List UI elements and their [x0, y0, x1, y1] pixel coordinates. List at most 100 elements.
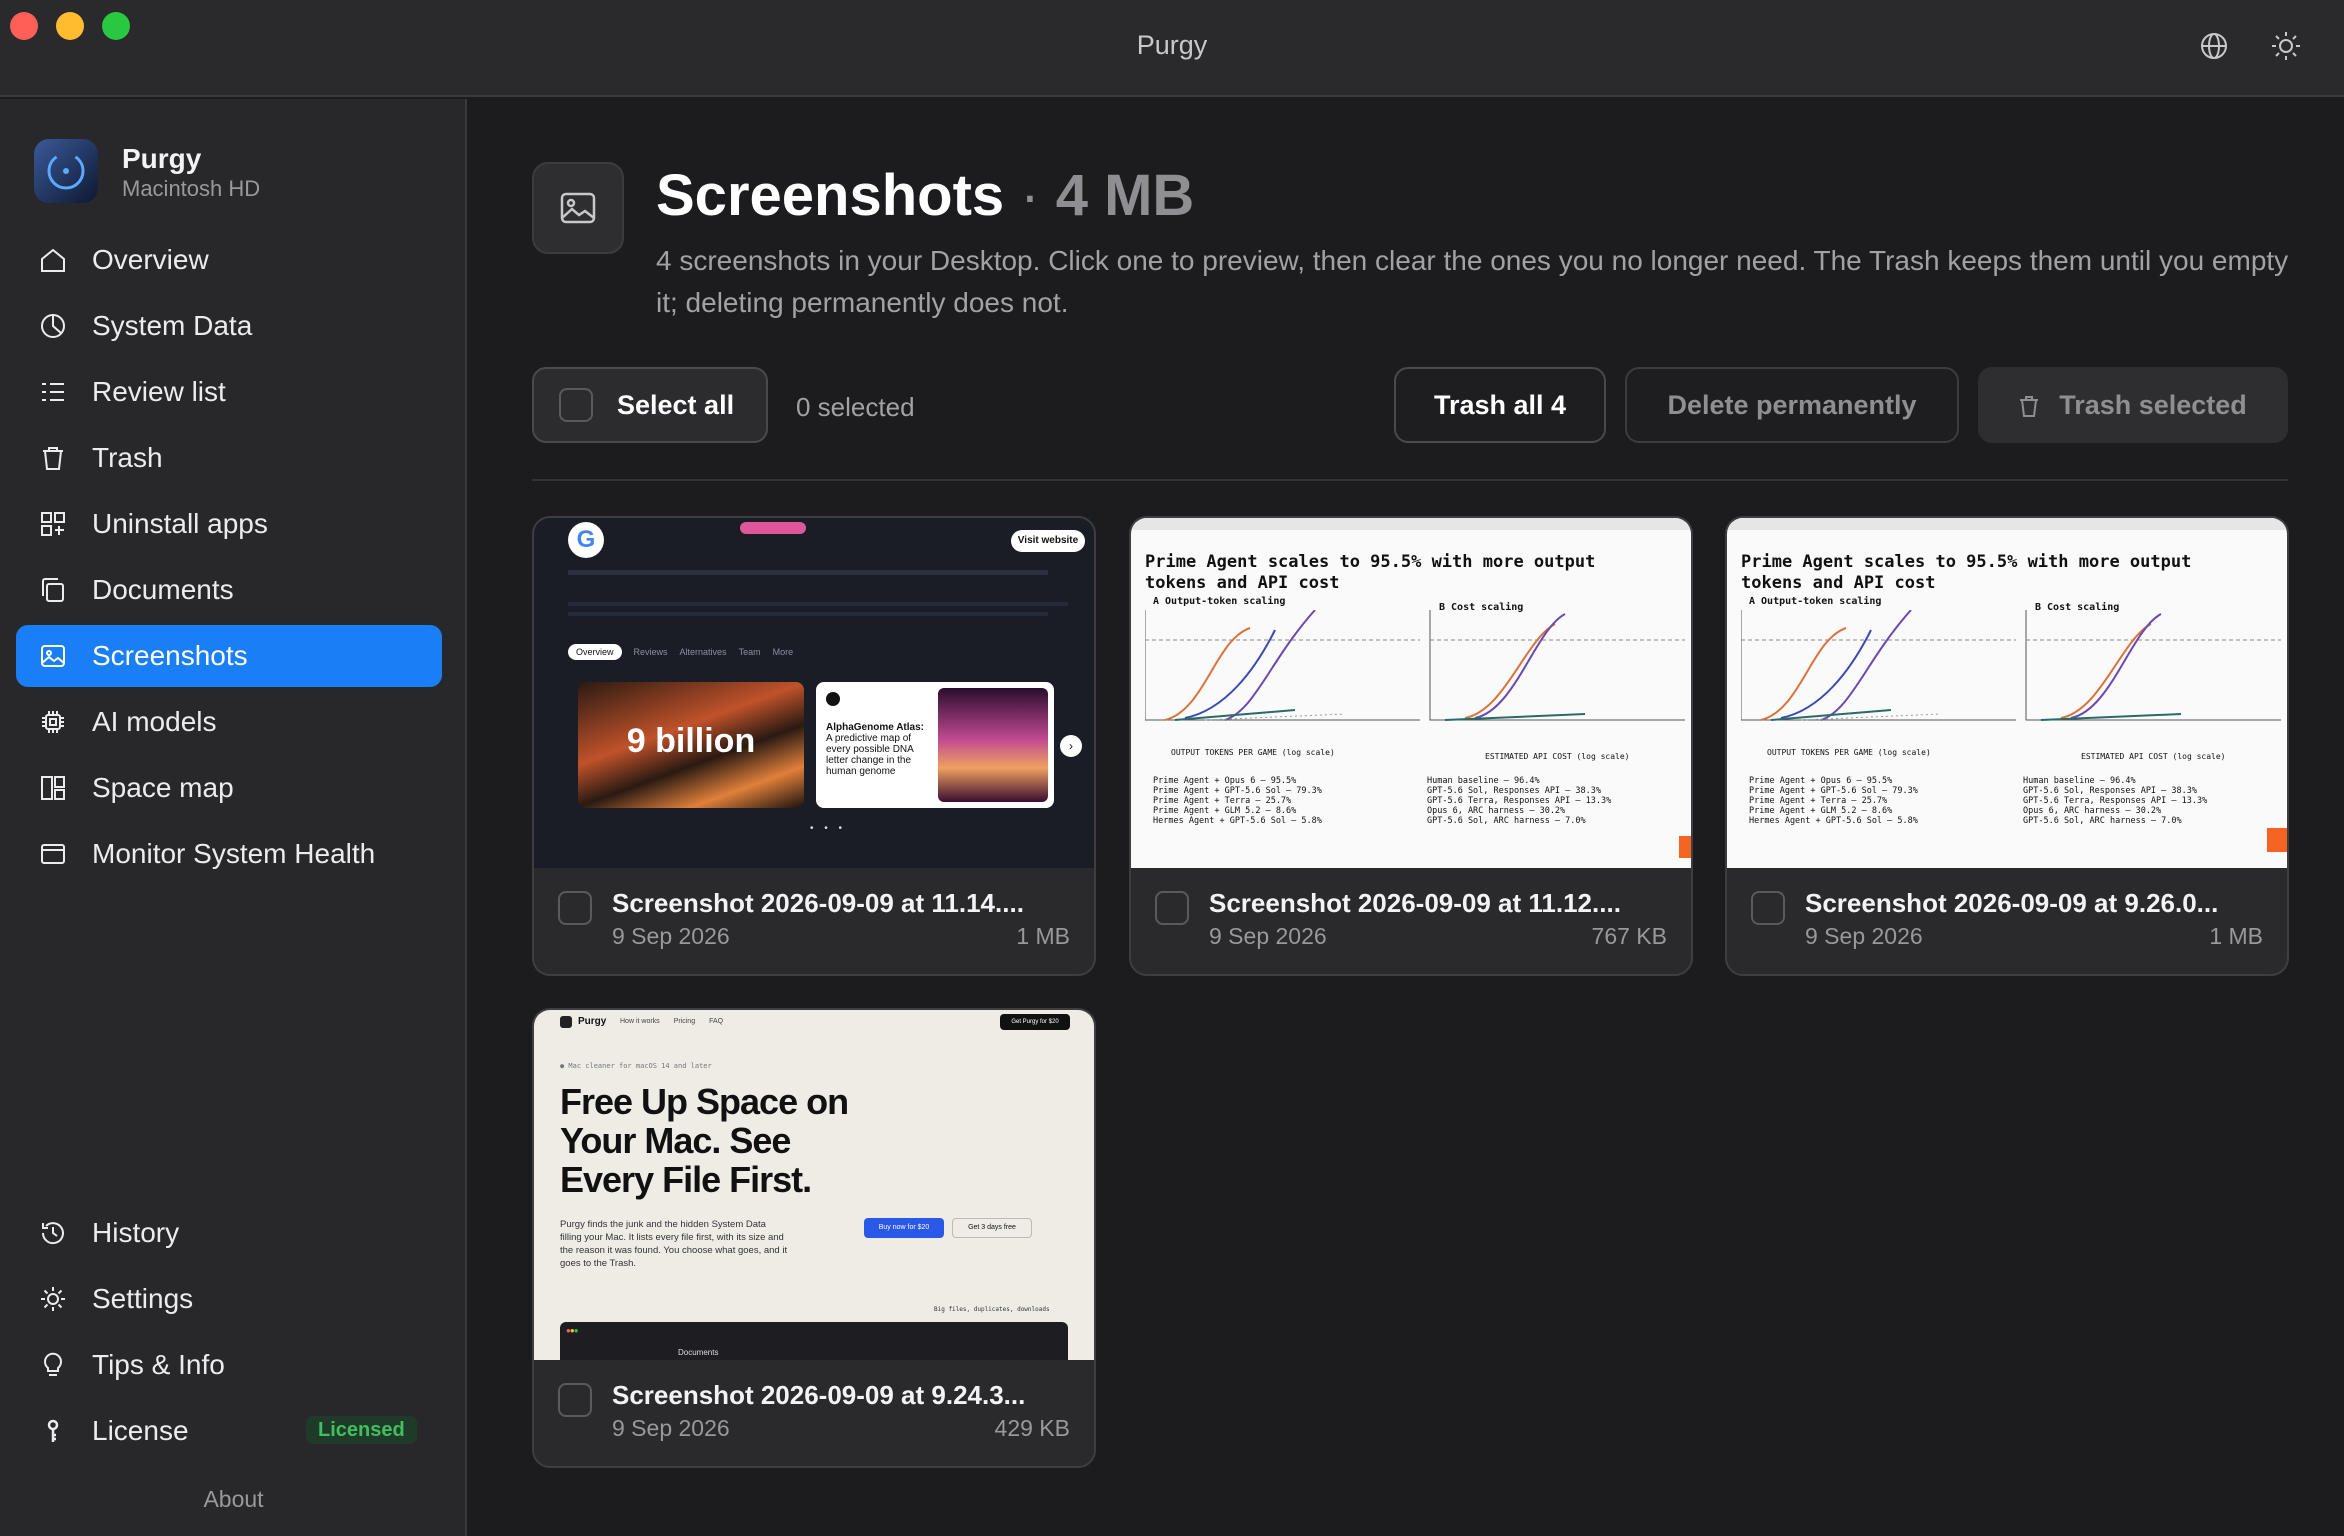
sidebar: Purgy Macintosh HD Overview System Data … [0, 99, 467, 1536]
select-all-button[interactable]: Select all [532, 367, 768, 443]
sidebar-item-screenshots[interactable]: Screenshots [16, 625, 442, 687]
thumb-chart-title: Prime Agent scales to 95.5% with more ou… [1145, 552, 1596, 593]
thumb-refs: Human baseline – 96.4% GPT-5.6 Sol, Resp… [2023, 776, 2207, 826]
thumb-nav-item: FAQ [709, 1018, 724, 1025]
delete-permanently-button[interactable]: Delete permanently [1625, 367, 1959, 443]
sidebar-item-label: Review list [92, 376, 226, 407]
thumb-xlabel-a: OUTPUT TOKENS PER GAME (log scale) [1767, 748, 1931, 757]
screenshot-checkbox[interactable] [1155, 891, 1189, 925]
screenshot-checkbox[interactable] [558, 891, 592, 925]
thumb-chart-plots [1145, 610, 1685, 721]
screenshot-thumbnail[interactable]: G Visit website Overview Reviews Alterna… [534, 518, 1094, 868]
thumb-tab: Reviews [633, 647, 668, 657]
screenshot-thumbnail[interactable]: Prime Agent scales to 95.5% with more ou… [1131, 518, 1691, 868]
text-line [568, 612, 1048, 616]
thumb-legend-item: Prime Agent + GPT-5.6 Sol – 79.3% [1153, 786, 1322, 796]
thumb-ref-item: GPT-5.6 Sol, ARC harness – 7.0% [1427, 816, 1586, 826]
sidebar-item-trash[interactable]: Trash [16, 427, 442, 489]
thumb-ref-item: Opus 6, ARC harness – 30.2% [2023, 806, 2162, 816]
sidebar-item-space-map[interactable]: Space map [16, 757, 442, 819]
screenshot-date: 9 Sep 2026 [1805, 923, 1923, 949]
screenshot-card[interactable]: Prime Agent scales to 95.5% with more ou… [1725, 516, 2289, 976]
app-logo [34, 139, 98, 203]
screenshot-checkbox[interactable] [558, 1383, 592, 1417]
main-content: Screenshots · 4 MB 4 screenshots in your… [469, 99, 2344, 1536]
select-all-checkbox[interactable] [559, 388, 593, 422]
history-icon [41, 1222, 64, 1245]
screenshot-thumbnail[interactable]: Prime Agent scales to 95.5% with more ou… [1727, 518, 2287, 868]
thumb-ref-item: GPT-5.6 Terra, Responses API – 13.3% [2023, 796, 2208, 806]
sidebar-item-monitor-system-health[interactable]: Monitor System Health [16, 823, 442, 885]
thumb-art-image [938, 688, 1048, 802]
thumb-legend: Prime Agent + Opus 6 – 95.5% Prime Agent… [1153, 776, 1322, 826]
thumb-ref-item: GPT-5.6 Terra, Responses API – 13.3% [1427, 796, 1612, 806]
sidebar-item-uninstall-apps[interactable]: Uninstall apps [16, 493, 442, 555]
sidebar-item-system-data[interactable]: System Data [16, 295, 442, 357]
thumb-cta-button: Get Purgy for $20 [1000, 1014, 1070, 1030]
thumb-xlabel-a: OUTPUT TOKENS PER GAME (log scale) [1171, 748, 1335, 757]
pie-icon [41, 314, 65, 338]
sidebar-item-label: AI models [92, 706, 217, 737]
documents-icon [42, 578, 64, 602]
monitor-icon [41, 844, 65, 864]
trash-selected-button[interactable]: Trash selected [1978, 367, 2288, 443]
thumb-logo-icon [560, 1016, 572, 1028]
thumb-card-title: AlphaGenome Atlas: [826, 722, 924, 733]
sidebar-item-label: Settings [92, 1283, 194, 1314]
thumb-card-text: AlphaGenome Atlas: A predictive map of e… [826, 722, 936, 777]
sidebar-item-label: Uninstall apps [92, 508, 268, 539]
sidebar-item-tips-info[interactable]: Tips & Info [16, 1334, 442, 1396]
globe-icon[interactable] [2198, 30, 2230, 62]
page-title-text: Screenshots [656, 163, 1005, 228]
thumb-panel-a: A Output-token scaling [1749, 596, 1882, 607]
dot [826, 692, 840, 706]
screenshot-size: 767 KB [1591, 923, 1667, 949]
total-size: 4 MB [1055, 163, 1195, 228]
sidebar-item-history[interactable]: History [16, 1202, 442, 1264]
thumb-chart-plots [1741, 610, 2281, 721]
sidebar-item-overview[interactable]: Overview [16, 229, 442, 291]
sidebar-item-label: Tips & Info [92, 1349, 225, 1380]
screenshot-date: 9 Sep 2026 [1209, 923, 1327, 949]
thumb-tabs: Overview Reviews Alternatives Team More [568, 644, 793, 660]
screenshot-thumbnail[interactable]: Purgy How it works Pricing FAQ Get Purgy… [534, 1010, 1094, 1360]
thumb-body: Purgy finds the junk and the hidden Syst… [560, 1219, 788, 1269]
thumb-tab: Overview [568, 644, 622, 660]
page-title: Screenshots · 4 MB [656, 162, 1194, 229]
screenshot-date: 9 Sep 2026 [612, 923, 730, 949]
thumb-trial-button: Get 3 days free [952, 1218, 1032, 1238]
thumb-headline: 9 billion [626, 722, 756, 760]
thumb-top-strip [1131, 518, 1691, 530]
screenshot-card[interactable]: G Visit website Overview Reviews Alterna… [532, 516, 1096, 976]
sidebar-item-label: License [92, 1415, 189, 1446]
gear-icon [41, 1287, 65, 1311]
divider [532, 479, 2288, 481]
thumb-tab: Alternatives [679, 647, 727, 657]
about-link[interactable]: About [0, 1486, 467, 1513]
thumb-tab: More [772, 647, 794, 657]
sidebar-item-label: Overview [92, 244, 209, 275]
sidebar-item-label: System Data [92, 310, 253, 341]
app-name: Purgy [122, 143, 202, 174]
screenshot-card[interactable]: Prime Agent scales to 95.5% with more ou… [1129, 516, 1693, 976]
screenshot-card[interactable]: Purgy How it works Pricing FAQ Get Purgy… [532, 1008, 1096, 1468]
thumb-ref-item: GPT-5.6 Sol, Responses API – 38.3% [1427, 786, 1601, 796]
screenshots-header-icon [532, 162, 624, 254]
sidebar-item-review-list[interactable]: Review list [16, 361, 442, 423]
screenshot-checkbox[interactable] [1751, 891, 1785, 925]
sidebar-item-settings[interactable]: Settings [16, 1268, 442, 1330]
trash-all-button[interactable]: Trash all 4 [1394, 367, 1606, 443]
corner-badge [1679, 836, 1691, 858]
sidebar-item-label: Screenshots [92, 640, 248, 671]
sidebar-item-label: Trash [92, 442, 163, 473]
thumb-xlabel-b: ESTIMATED API COST (log scale) [2081, 752, 2226, 761]
screenshot-filename: Screenshot 2026-09-09 at 9.24.3... [612, 1380, 1026, 1410]
sidebar-item-label: History [92, 1217, 180, 1248]
carousel-dots: • • • [810, 823, 847, 834]
trash-icon [43, 447, 63, 470]
screenshot-size: 1 MB [2209, 923, 2263, 949]
sidebar-item-documents[interactable]: Documents [16, 559, 442, 621]
sidebar-item-ai-models[interactable]: AI models [16, 691, 442, 753]
sidebar-item-license[interactable]: License Licensed [16, 1400, 442, 1462]
sun-icon[interactable] [2270, 30, 2302, 62]
